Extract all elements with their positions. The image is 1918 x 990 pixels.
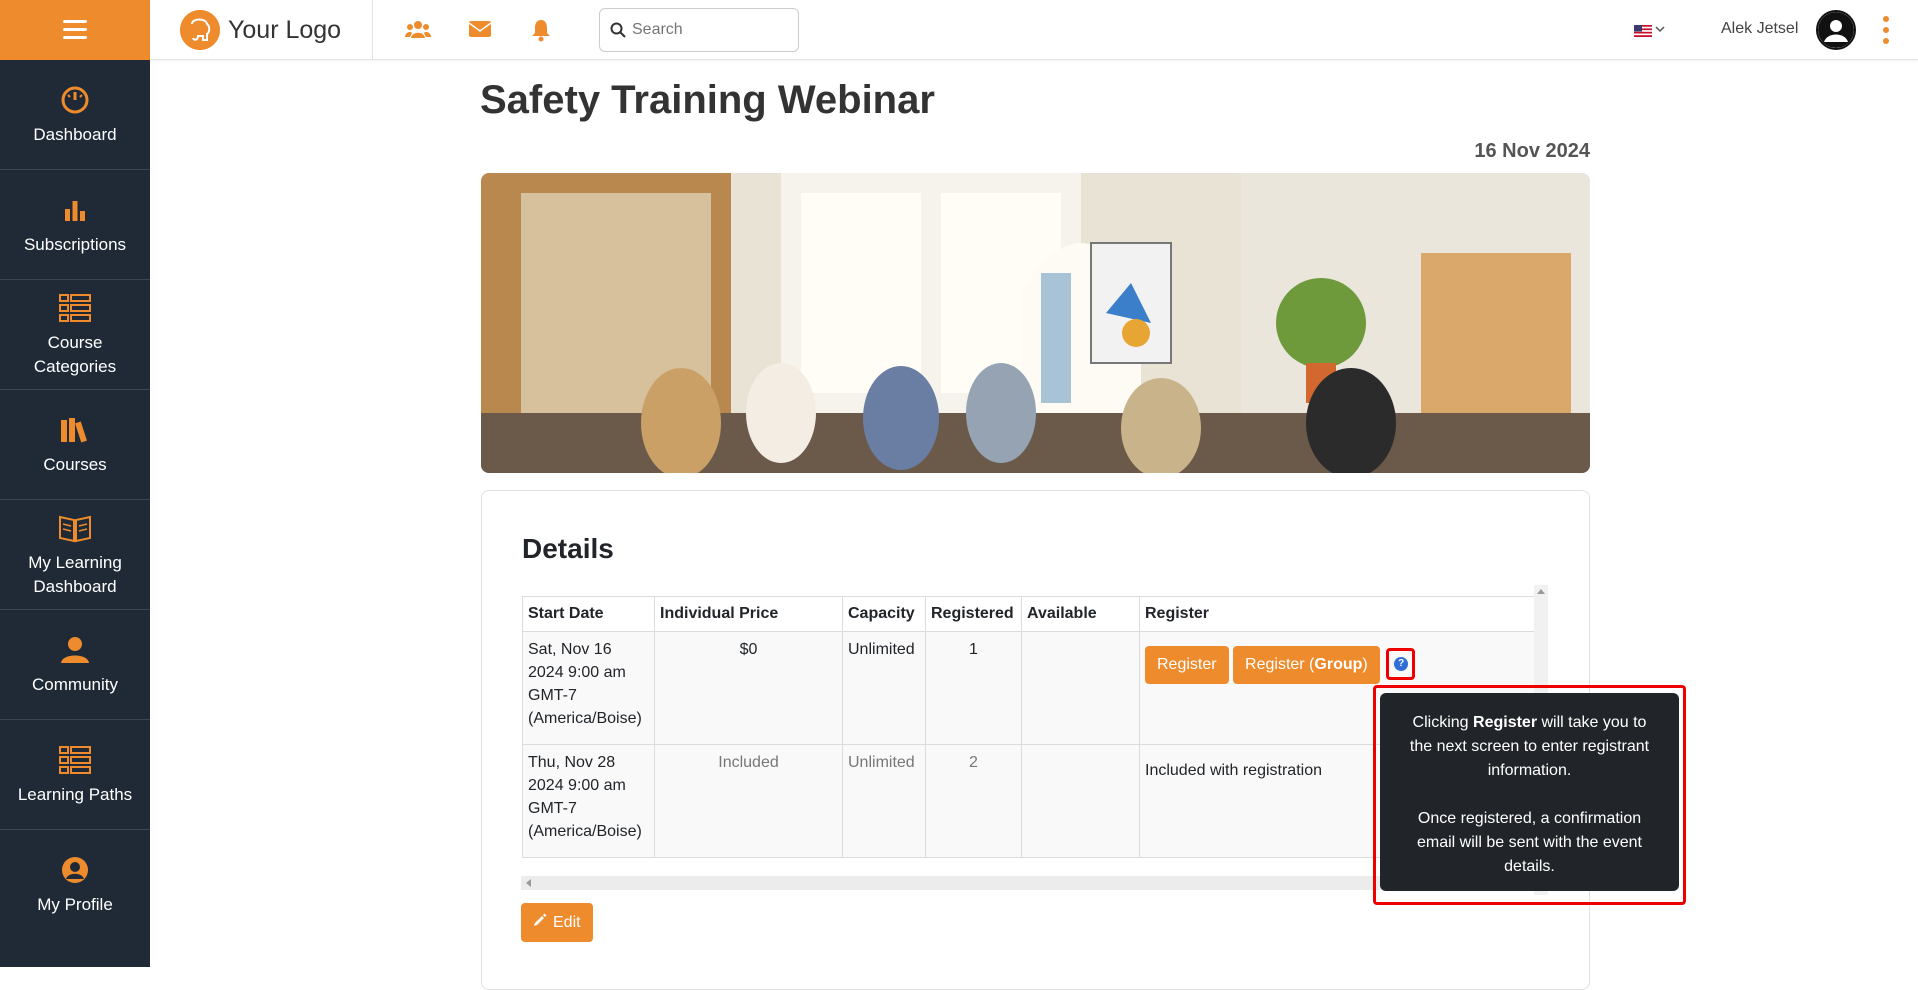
list-icon: [58, 291, 92, 325]
col-register: Register: [1139, 596, 1537, 632]
start-date-cell: Thu, Nov 28 2024 9:00 am GMT-7 (America/…: [522, 744, 655, 858]
start-date-cell: Sat, Nov 16 2024 9:00 am GMT-7 (America/…: [522, 631, 655, 745]
avatar[interactable]: [1816, 10, 1856, 50]
logo-icon: [180, 10, 220, 50]
edit-button[interactable]: Edit: [521, 903, 593, 942]
us-flag-icon[interactable]: [1634, 24, 1652, 37]
question-icon: ?: [1394, 657, 1409, 671]
col-available: Available: [1021, 596, 1140, 632]
register-button[interactable]: Register: [1145, 646, 1229, 684]
pencil-icon: [533, 913, 547, 932]
scroll-left-icon[interactable]: [526, 879, 531, 887]
page-title: Safety Training Webinar: [480, 78, 935, 122]
tooltip-line-1: Clicking Register will take you to the n…: [1409, 714, 1650, 779]
menu-toggle-button[interactable]: [0, 0, 150, 60]
price-cell: Included: [654, 744, 843, 858]
header-divider: [372, 0, 373, 60]
logo[interactable]: Your Logo: [180, 10, 341, 50]
gauge-icon: [58, 83, 92, 117]
top-header: Your Logo Alek Jetsel: [150, 0, 1918, 60]
sidebar-item-learning-paths[interactable]: Learning Paths: [0, 720, 150, 830]
sidebar-item-label: My Profile: [37, 895, 113, 914]
sidebar-item-my-profile[interactable]: My Profile: [0, 830, 150, 940]
scroll-up-icon[interactable]: [1537, 589, 1545, 594]
search-box[interactable]: [599, 8, 799, 52]
table-header-row: Start Date Individual Price Capacity Reg…: [522, 596, 1537, 632]
search-input[interactable]: [632, 21, 782, 39]
available-cell: [1021, 631, 1140, 745]
edit-button-label: Edit: [553, 913, 581, 931]
sidebar-item-label: Learning Paths: [17, 784, 133, 804]
col-individual-price: Individual Price: [654, 596, 843, 632]
col-capacity: Capacity: [842, 596, 926, 632]
sidebar-item-label: Dashboard: [33, 124, 117, 144]
chevron-down-icon[interactable]: [1655, 22, 1665, 36]
open-book-icon: [58, 511, 92, 545]
sidebar-item-label: Subscriptions: [23, 234, 127, 254]
sidebar-item-label: Courses: [43, 454, 107, 474]
registered-cell: 1: [925, 631, 1022, 745]
sidebar-item-subscriptions[interactable]: Subscriptions: [0, 170, 150, 280]
users-icon[interactable]: [405, 18, 431, 42]
search-icon: [610, 22, 626, 43]
register-group-button[interactable]: Register (Group): [1233, 646, 1380, 684]
col-registered: Registered: [925, 596, 1022, 632]
available-cell: [1021, 744, 1140, 858]
tooltip-line-2: Once registered, a confirmation email wi…: [1417, 810, 1642, 875]
user-name[interactable]: Alek Jetsel: [1721, 20, 1798, 38]
user-circle-icon: [58, 853, 92, 887]
registered-cell: 2: [925, 744, 1022, 858]
sidebar-item-community[interactable]: Community: [0, 610, 150, 720]
sidebar-item-label: Community: [32, 674, 118, 694]
sidebar-item-dashboard[interactable]: Dashboard: [0, 60, 150, 170]
hamburger-icon: [63, 20, 87, 40]
sidebar-item-label: My Learning Dashboard: [28, 552, 122, 596]
capacity-cell: Unlimited: [842, 744, 926, 858]
community-icon: [58, 633, 92, 667]
details-heading: Details: [522, 533, 614, 564]
register-help-button[interactable]: ?: [1386, 648, 1416, 680]
sidebar-item-courses[interactable]: Courses: [0, 390, 150, 500]
logo-text: Your Logo: [228, 15, 342, 44]
bell-icon[interactable]: [530, 18, 556, 42]
more-options-icon[interactable]: [1883, 16, 1889, 44]
sidebar: Dashboard Subscriptions Course Categorie…: [0, 0, 150, 967]
price-cell: $0: [654, 631, 843, 745]
col-start-date: Start Date: [522, 596, 655, 632]
mail-icon[interactable]: [468, 18, 494, 42]
register-tooltip: Clicking Register will take you to the n…: [1380, 693, 1679, 891]
bar-chart-icon: [58, 193, 92, 227]
sidebar-item-my-learning-dashboard[interactable]: My Learning Dashboard: [0, 500, 150, 610]
hero-image: [481, 173, 1590, 473]
capacity-cell: Unlimited: [842, 631, 926, 745]
list-icon: [58, 743, 92, 777]
sidebar-item-label: Course Categories: [33, 332, 117, 376]
event-date: 16 Nov 2024: [1474, 140, 1590, 162]
sidebar-item-course-categories[interactable]: Course Categories: [0, 280, 150, 390]
books-icon: [58, 413, 92, 447]
